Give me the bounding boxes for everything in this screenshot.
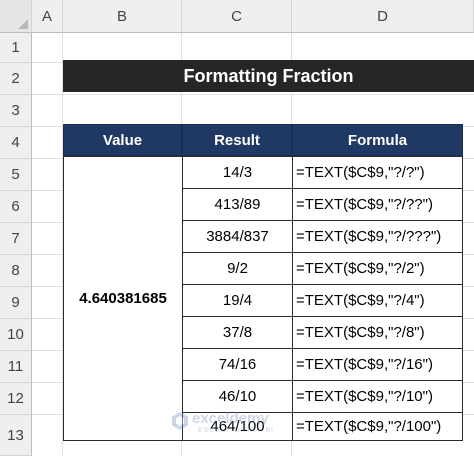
result-cell[interactable]: 464/100	[182, 412, 293, 441]
result-cell[interactable]: 37/8	[182, 316, 293, 349]
formula-cell[interactable]: =TEXT($C$9,"?/16")	[292, 348, 463, 381]
result-cell[interactable]: 3884/837	[182, 220, 293, 253]
result-cell[interactable]: 74/16	[182, 348, 293, 381]
row-header-2[interactable]: 2	[0, 63, 32, 95]
row-header-13[interactable]: 13	[0, 415, 32, 456]
row-header-11[interactable]: 11	[0, 351, 32, 383]
row-header-8[interactable]: 8	[0, 255, 32, 287]
result-cell[interactable]: 46/10	[182, 380, 293, 413]
row-header-5[interactable]: 5	[0, 159, 32, 191]
row-header-7[interactable]: 7	[0, 223, 32, 255]
column-header-b[interactable]: B	[63, 0, 182, 33]
result-cell[interactable]: 413/89	[182, 188, 293, 221]
result-cell[interactable]: 9/2	[182, 252, 293, 285]
column-header-d[interactable]: D	[292, 0, 474, 33]
row-header-9[interactable]: 9	[0, 287, 32, 319]
row-header-12[interactable]: 12	[0, 383, 32, 415]
formula-cell[interactable]: =TEXT($C$9,"?/4")	[292, 284, 463, 317]
column-header-a[interactable]: A	[32, 0, 63, 33]
formula-cell[interactable]: =TEXT($C$9,"?/10")	[292, 380, 463, 413]
row-header-6[interactable]: 6	[0, 191, 32, 223]
row-header-1[interactable]: 1	[0, 33, 32, 63]
row-header-10[interactable]: 10	[0, 319, 32, 351]
select-all-corner[interactable]	[0, 0, 32, 33]
header-result[interactable]: Result	[182, 124, 292, 156]
formula-cell[interactable]: =TEXT($C$9,"?/??")	[292, 188, 463, 221]
row-header-4[interactable]: 4	[0, 127, 32, 159]
formula-cell[interactable]: =TEXT($C$9,"?/8")	[292, 316, 463, 349]
header-value[interactable]: Value	[63, 124, 182, 156]
sheet-title[interactable]: Formatting Fraction	[63, 60, 474, 92]
value-cell[interactable]: 4.640381685	[63, 156, 183, 441]
select-all-icon	[18, 19, 28, 29]
formula-cell[interactable]: =TEXT($C$9,"?/100")	[292, 412, 463, 441]
formula-cell[interactable]: =TEXT($C$9,"?/???")	[292, 220, 463, 253]
formula-cell[interactable]: =TEXT($C$9,"?/?")	[292, 156, 463, 189]
column-header-c[interactable]: C	[182, 0, 292, 33]
row-header-3[interactable]: 3	[0, 95, 32, 127]
spreadsheet-grid: A B C D 1 2 3 4 5 6 7 8 9 10 11 12 13 Fo…	[0, 0, 474, 456]
formula-cell[interactable]: =TEXT($C$9,"?/2")	[292, 252, 463, 285]
header-formula[interactable]: Formula	[292, 124, 463, 156]
result-cell[interactable]: 19/4	[182, 284, 293, 317]
result-cell[interactable]: 14/3	[182, 156, 293, 189]
